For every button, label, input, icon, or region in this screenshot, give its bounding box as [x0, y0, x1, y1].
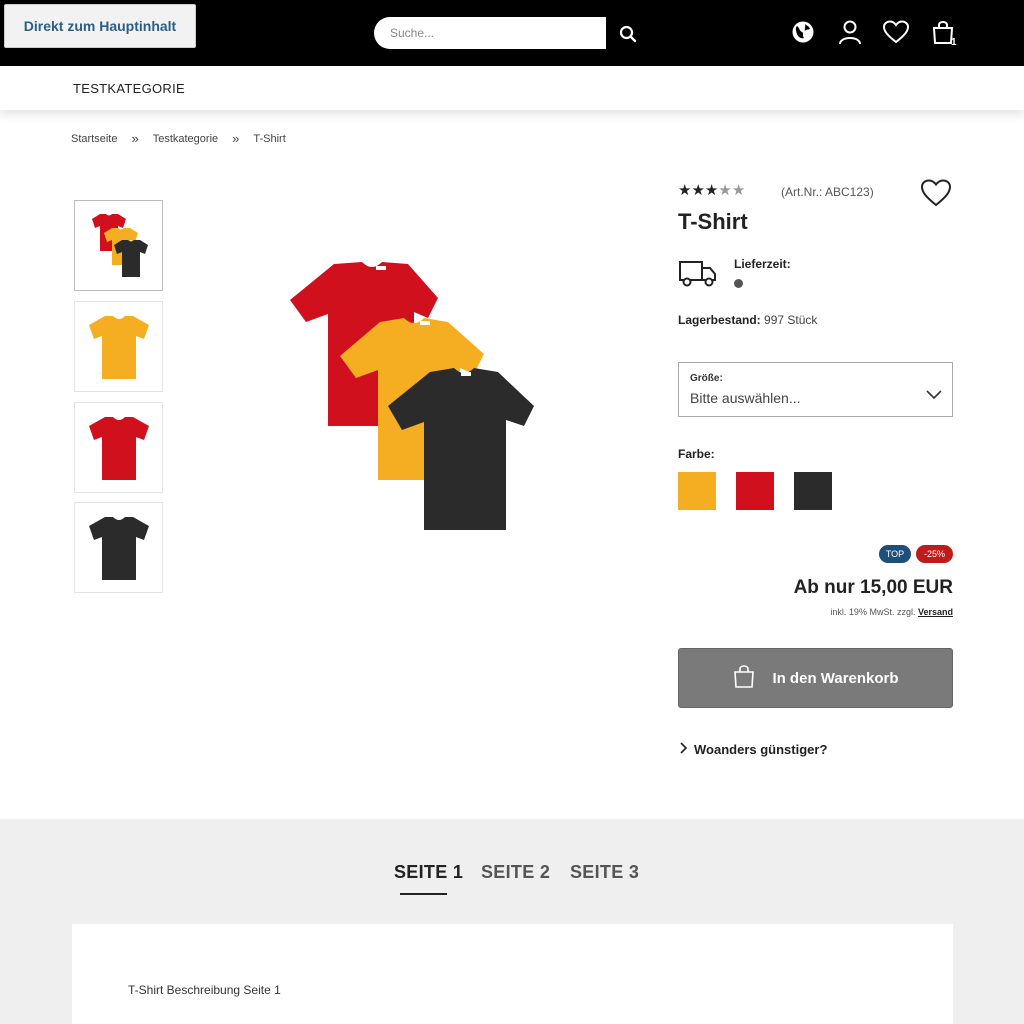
search-icon[interactable]	[612, 20, 644, 48]
star-empty-icon: ★	[731, 182, 746, 199]
thumbnail-red[interactable]	[74, 402, 163, 493]
globe-icon[interactable]	[787, 16, 819, 48]
stock-info: Lagerbestand: 997 Stück	[678, 313, 817, 327]
color-swatch-yellow[interactable]	[678, 472, 716, 510]
search-input[interactable]	[374, 17, 606, 49]
cart-count-badge: 1	[951, 37, 957, 48]
breadcrumb-separator: »	[131, 131, 139, 146]
thumbnail-black[interactable]	[74, 502, 163, 593]
size-label: Größe:	[690, 373, 723, 384]
wishlist-icon[interactable]	[880, 16, 912, 48]
thumbnail-yellow[interactable]	[74, 301, 163, 392]
stock-value: 997 Stück	[764, 313, 818, 327]
star-filled-icon: ★	[704, 182, 719, 199]
color-swatch-black[interactable]	[794, 472, 832, 510]
tab-content-panel	[72, 924, 953, 1024]
add-to-cart-button[interactable]: In den Warenkorb	[678, 648, 953, 708]
nav-item-testkategorie[interactable]: TESTKATEGORIE	[73, 81, 185, 96]
product-title: T-Shirt	[678, 209, 748, 234]
size-select[interactable]: Größe: Bitte auswählen...	[678, 362, 953, 417]
delivery-status-dot	[734, 279, 743, 288]
product-main-image[interactable]	[284, 256, 540, 536]
stock-label: Lagerbestand:	[678, 313, 761, 327]
top-badge: TOP	[879, 545, 911, 563]
chevron-right-icon	[680, 742, 688, 757]
star-empty-icon: ★	[718, 182, 732, 199]
account-icon[interactable]	[834, 16, 866, 48]
tab-seite-3[interactable]: SEITE 3	[570, 862, 639, 883]
breadcrumb-separator: »	[232, 131, 240, 146]
shipping-link[interactable]: Versand	[918, 607, 953, 617]
color-label: Farbe:	[678, 447, 715, 461]
tax-note: inkl. 19% MwSt. zzgl. Versand	[830, 607, 953, 617]
rating-stars[interactable]: ★ ★ ★ ★ ★	[678, 183, 745, 198]
add-to-wishlist-heart-icon[interactable]	[920, 178, 952, 210]
article-number: (Art.Nr.: ABC123)	[781, 185, 874, 199]
product-price: Ab nur 15,00 EUR	[793, 577, 953, 598]
thumbnail-all-colors[interactable]	[74, 200, 163, 291]
cheaper-elsewhere-link[interactable]: Woanders günstiger?	[680, 742, 827, 757]
star-filled-icon: ★	[678, 182, 692, 199]
size-selected-value: Bitte auswählen...	[690, 390, 801, 406]
shopping-bag-icon	[732, 663, 756, 693]
tax-note-text: inkl. 19% MwSt. zzgl.	[830, 607, 916, 617]
breadcrumb-item-home[interactable]: Startseite	[71, 133, 117, 145]
tab-seite-2[interactable]: SEITE 2	[481, 862, 550, 883]
breadcrumb: Startseite » Testkategorie » T-Shirt	[71, 131, 300, 146]
chevron-down-icon	[926, 387, 942, 405]
truck-icon	[678, 258, 718, 288]
tab-content-text: T-Shirt Beschreibung Seite 1	[128, 983, 281, 997]
cheaper-elsewhere-label: Woanders günstiger?	[694, 742, 828, 757]
breadcrumb-item-category[interactable]: Testkategorie	[153, 133, 218, 145]
star-filled-icon: ★	[691, 182, 705, 199]
tab-seite-1[interactable]: SEITE 1	[394, 862, 463, 883]
main-navigation: TESTKATEGORIE	[0, 66, 1024, 110]
breadcrumb-item-current: T-Shirt	[253, 133, 286, 145]
discount-badge: -25%	[916, 545, 953, 563]
color-swatch-red[interactable]	[736, 472, 774, 510]
active-tab-indicator	[400, 893, 447, 895]
add-to-cart-label: In den Warenkorb	[772, 669, 899, 687]
delivery-time-label: Lieferzeit:	[734, 257, 791, 271]
skip-to-content-link[interactable]: Direkt zum Hauptinhalt	[4, 4, 196, 48]
